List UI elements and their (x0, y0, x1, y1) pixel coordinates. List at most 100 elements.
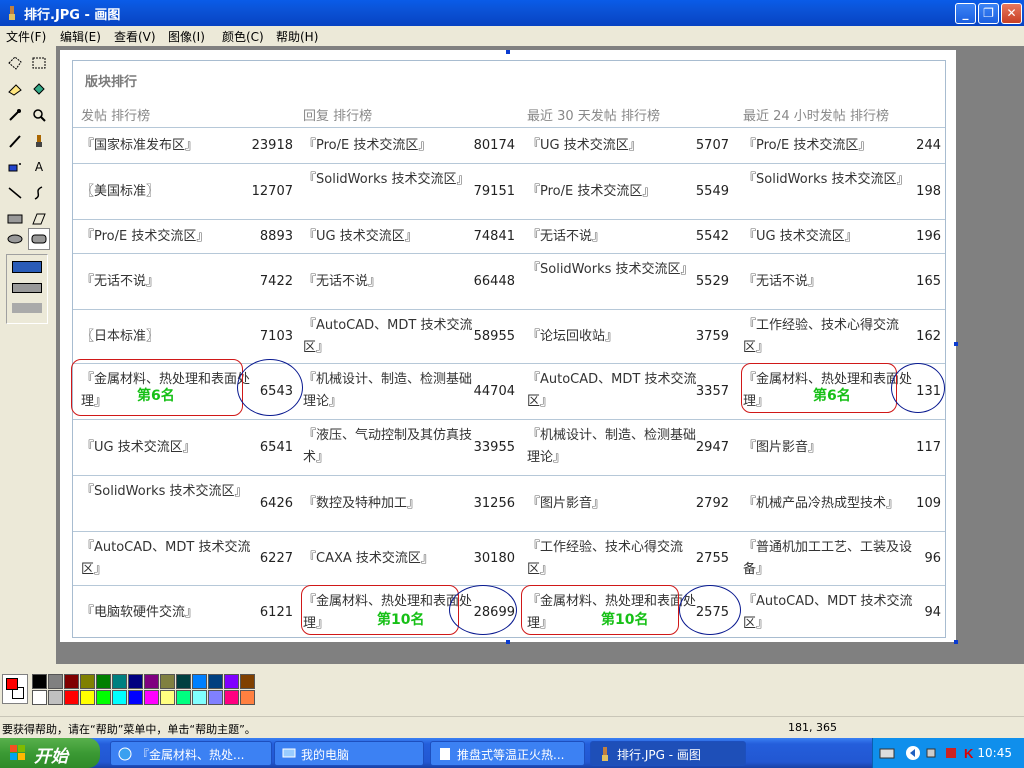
color-swatch[interactable] (128, 690, 143, 705)
ellipse-icon[interactable] (4, 228, 26, 250)
eraser-icon[interactable] (4, 78, 26, 100)
menu-file[interactable]: 文件(F) (6, 28, 46, 45)
rectangle-icon[interactable] (4, 208, 26, 230)
forum-name[interactable]: 『CAXA 技术交流区』 (303, 548, 473, 570)
forum-name[interactable]: 『无话不说』 (81, 271, 251, 293)
color-swatch[interactable] (64, 674, 79, 689)
pencil-icon[interactable] (4, 130, 26, 152)
maximize-button[interactable]: ❐ (978, 3, 999, 24)
forum-name[interactable]: 『AutoCAD、MDT 技术交流区』 (303, 315, 473, 359)
color-swatch[interactable] (144, 690, 159, 705)
title-bar[interactable]: 排行.JPG - 画图 _ ❐ ✕ (0, 0, 1024, 26)
color-swatch[interactable] (112, 674, 127, 689)
task-paint-window[interactable]: 排行.JPG - 画图 (590, 741, 746, 766)
resize-handle[interactable] (506, 640, 510, 644)
forum-name[interactable]: 『无话不说』 (303, 271, 473, 293)
color-swatch[interactable] (64, 690, 79, 705)
menu-view[interactable]: 查看(V) (114, 28, 156, 45)
forum-name[interactable]: 『UG 技术交流区』 (81, 437, 251, 459)
menu-edit[interactable]: 编辑(E) (60, 28, 101, 45)
airbrush-icon[interactable] (4, 156, 26, 178)
fill-bucket-icon[interactable] (28, 78, 50, 100)
color-swatch[interactable] (144, 674, 159, 689)
color-swatch[interactable] (240, 674, 255, 689)
forum-name[interactable]: 〖美国标准〗 (81, 181, 251, 203)
security-icon[interactable] (943, 745, 959, 761)
color-swatch[interactable] (48, 690, 63, 705)
rounded-rect-icon[interactable] (28, 228, 50, 250)
forum-ranking-board: 版块排行 发帖 排行榜 回复 排行榜 最近 30 天发帖 排行榜 最近 24 小… (71, 60, 946, 638)
color-swatch[interactable] (32, 690, 47, 705)
color-swatch[interactable] (176, 690, 191, 705)
resize-handle[interactable] (954, 342, 958, 346)
current-color-indicator[interactable] (2, 674, 28, 704)
color-swatch[interactable] (224, 690, 239, 705)
fill-option-filled[interactable] (12, 303, 42, 313)
table-row: 『AutoCAD、MDT 技术交流区』 6227 『CAXA 技术交流区』 30180… (73, 531, 945, 585)
resize-handle[interactable] (954, 640, 958, 644)
color-swatch[interactable] (240, 690, 255, 705)
menu-colors[interactable]: 颜色(C) (222, 28, 264, 45)
forum-name[interactable]: 『国家标准发布区』 (81, 135, 251, 157)
color-swatch[interactable] (80, 674, 95, 689)
brush-icon[interactable] (28, 130, 50, 152)
fill-option-filled-outline[interactable] (12, 283, 42, 293)
color-swatch[interactable] (32, 674, 47, 689)
color-picker-icon[interactable] (4, 104, 26, 126)
start-label: 开始 (34, 747, 68, 767)
forum-name[interactable]: 『Pro/E 技术交流区』 (81, 226, 251, 248)
forum-name[interactable]: 『机械设计、制造、检测基础理论』 (303, 369, 473, 413)
start-button[interactable]: 开始 (0, 738, 100, 768)
forum-name[interactable]: 〖日本标准〗 (81, 326, 251, 348)
fill-option-outline[interactable] (12, 261, 42, 273)
magnifier-icon[interactable] (28, 104, 50, 126)
color-swatch[interactable] (112, 690, 127, 705)
task-my-computer[interactable]: 我的电脑 (274, 741, 424, 766)
image-canvas[interactable]: 版块排行 发帖 排行榜 回复 排行榜 最近 30 天发帖 排行榜 最近 24 小… (60, 50, 956, 642)
forum-name[interactable]: 『Pro/E 技术交流区』 (303, 135, 473, 157)
forum-name[interactable]: 『数控及特种加工』 (303, 493, 473, 515)
minimize-button[interactable]: _ (955, 3, 976, 24)
menu-image[interactable]: 图像(I) (168, 28, 205, 45)
polygon-icon[interactable] (28, 208, 50, 230)
free-select-icon[interactable] (4, 52, 26, 74)
canvas-workspace[interactable]: 版块排行 发帖 排行榜 回复 排行榜 最近 30 天发帖 排行榜 最近 24 小… (56, 46, 1024, 664)
red-highlight-ring (521, 585, 679, 635)
forum-name[interactable]: 『AutoCAD、MDT 技术交流区』 (81, 537, 251, 581)
forum-name[interactable]: 『UG 技术交流区』 (303, 226, 473, 248)
close-button[interactable]: ✕ (1001, 3, 1022, 24)
color-swatch[interactable] (96, 690, 111, 705)
antivirus-icon[interactable]: K (961, 745, 977, 761)
color-swatch[interactable] (160, 690, 175, 705)
back-arrow-icon[interactable] (905, 745, 921, 761)
line-icon[interactable] (4, 182, 26, 204)
rect-select-icon[interactable] (28, 52, 50, 74)
forum-name[interactable]: 『SolidWorks 技术交流区』 (303, 169, 473, 191)
task-browser-window[interactable]: 『金属材料、热处... (110, 741, 272, 766)
post-count: 3759 (695, 329, 729, 344)
color-swatch[interactable] (192, 674, 207, 689)
color-swatch[interactable] (176, 674, 191, 689)
post-count: 196 (916, 229, 941, 244)
color-swatch[interactable] (192, 690, 207, 705)
color-swatch[interactable] (224, 674, 239, 689)
color-swatch[interactable] (96, 674, 111, 689)
text-icon[interactable]: A (28, 156, 50, 178)
tool-options-panel[interactable] (6, 254, 48, 324)
color-swatch[interactable] (48, 674, 63, 689)
color-swatch[interactable] (208, 674, 223, 689)
keyboard-icon[interactable] (879, 746, 895, 760)
curve-icon[interactable] (28, 182, 50, 204)
forum-name[interactable]: 『SolidWorks 技术交流区』 (81, 481, 251, 503)
network-icon[interactable] (925, 745, 941, 761)
color-swatch[interactable] (80, 690, 95, 705)
resize-handle[interactable] (506, 50, 510, 54)
post-count: 94 (924, 605, 941, 620)
forum-name[interactable]: 『液压、气动控制及其仿真技术』 (303, 425, 473, 469)
task-document-window[interactable]: 推盘式等温正火热... (430, 741, 585, 766)
color-swatch[interactable] (208, 690, 223, 705)
forum-name[interactable]: 『电脑软硬件交流』 (81, 602, 251, 624)
menu-help[interactable]: 帮助(H) (276, 28, 318, 45)
color-swatch[interactable] (160, 674, 175, 689)
color-swatch[interactable] (128, 674, 143, 689)
